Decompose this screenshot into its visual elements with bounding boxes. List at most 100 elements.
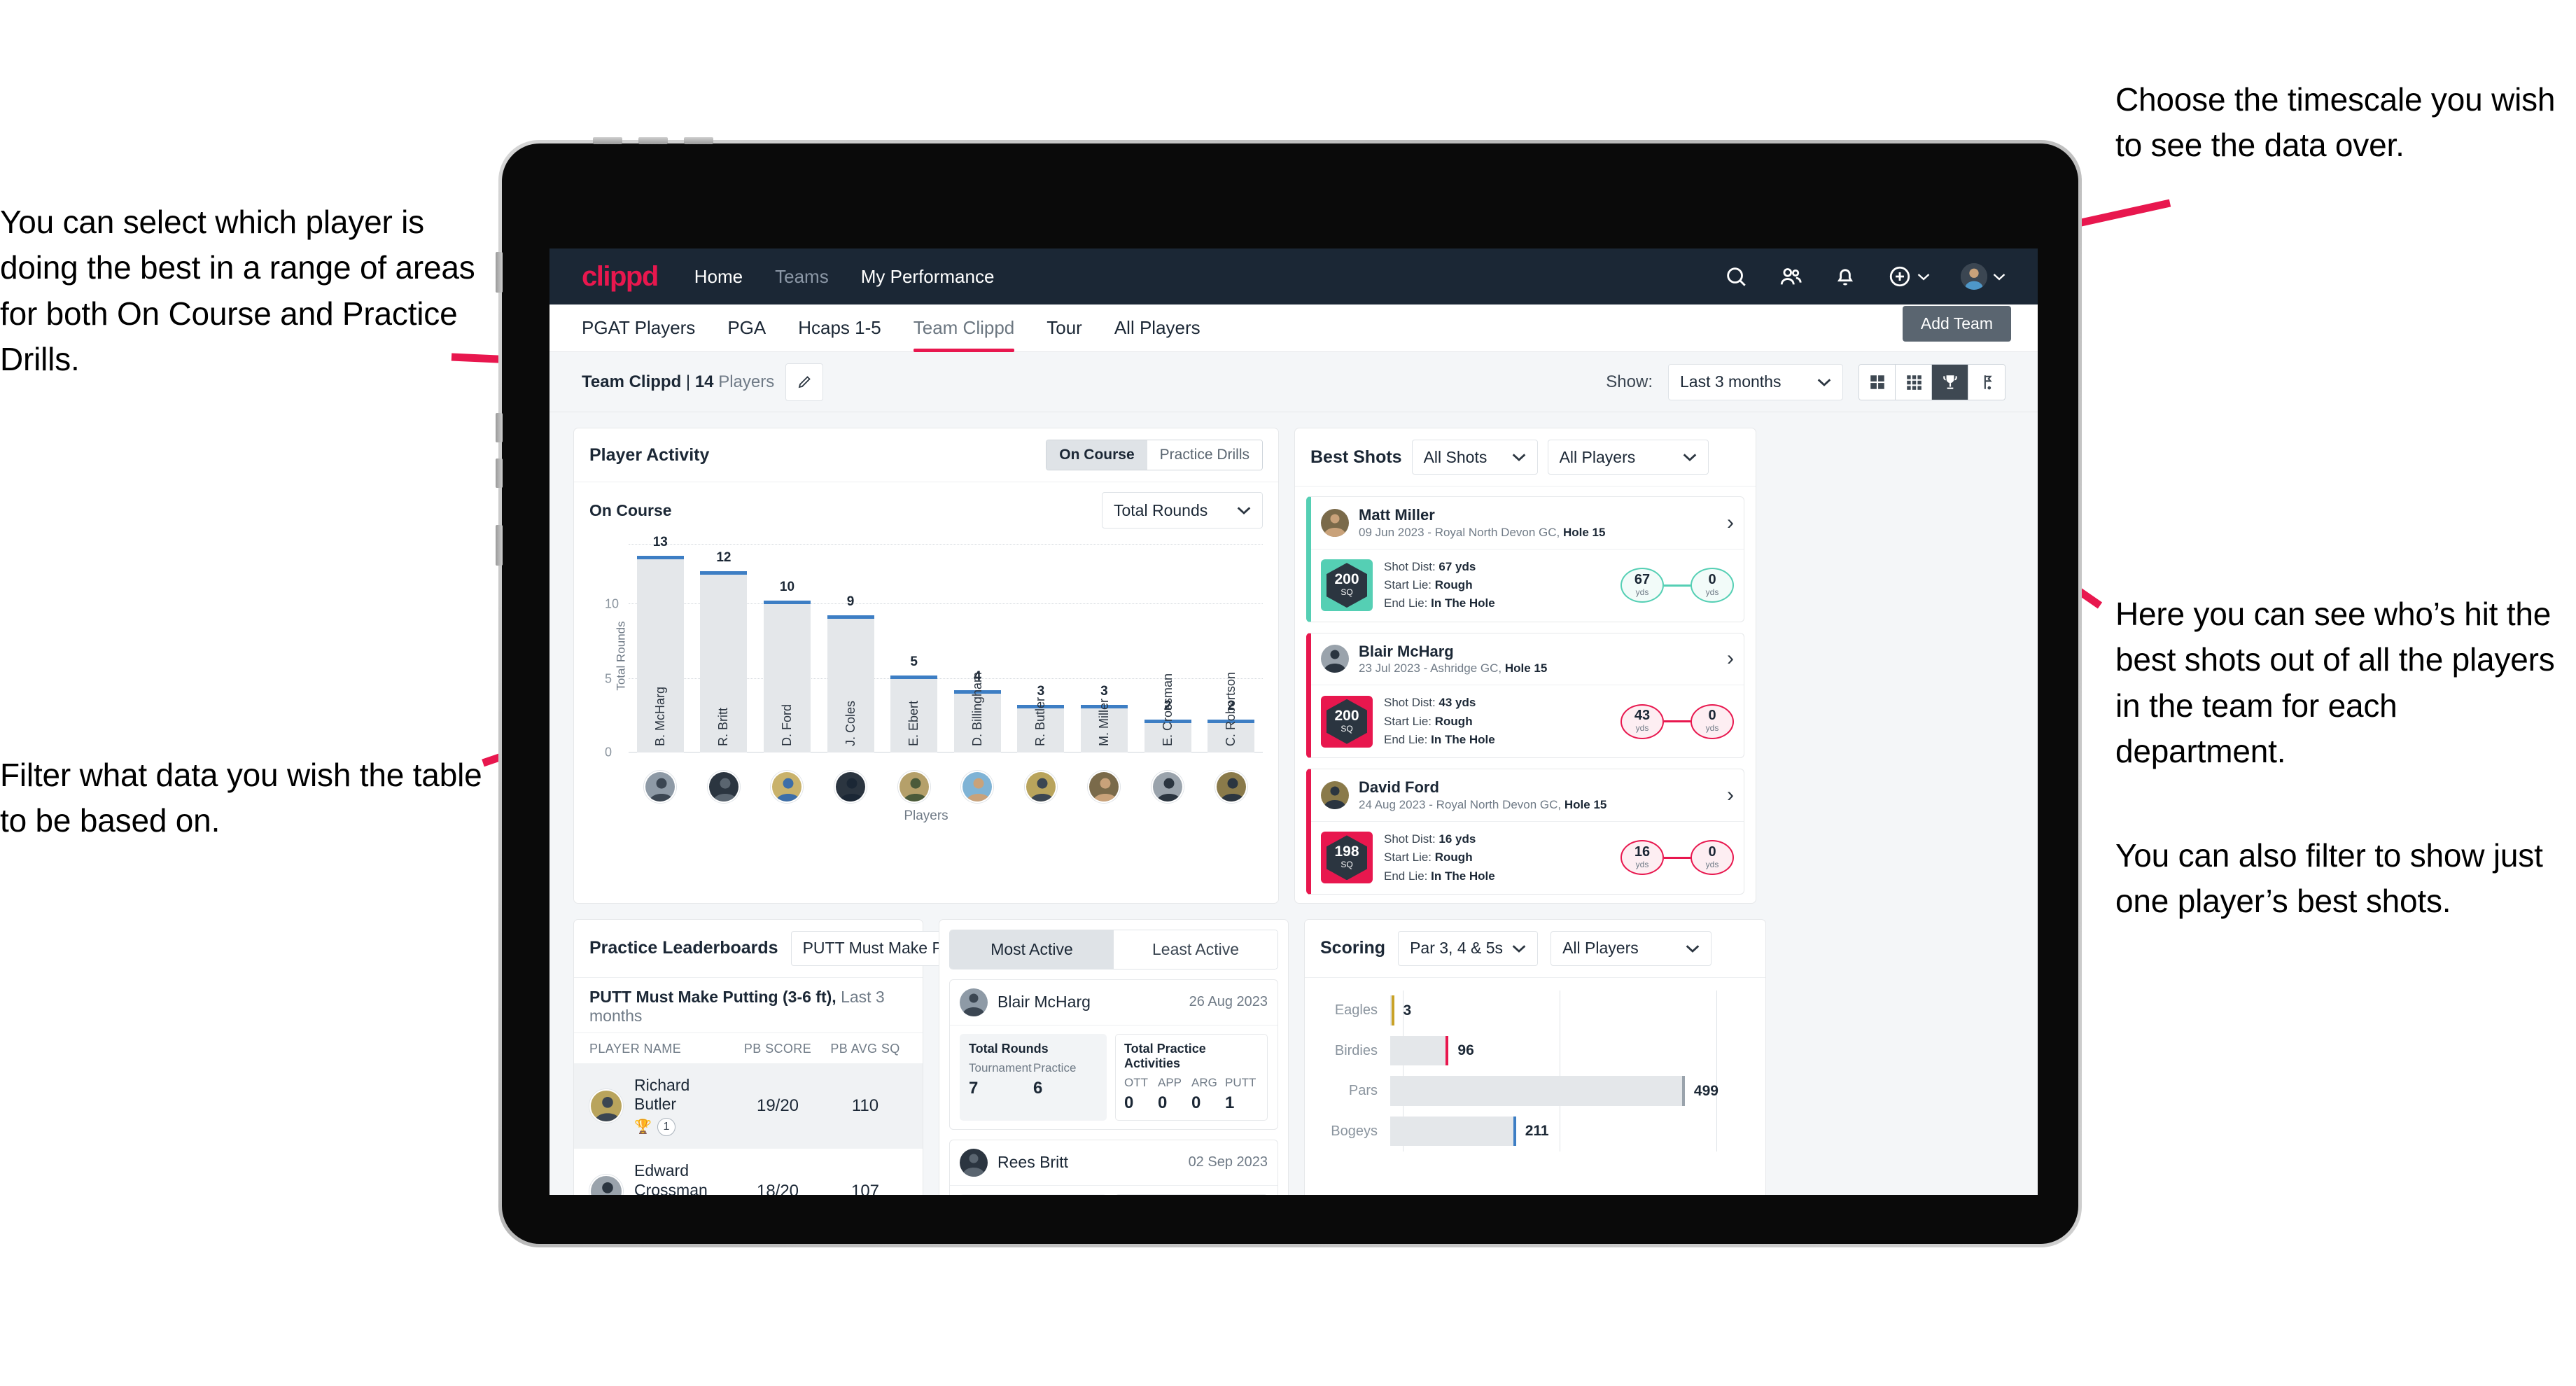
player-avatar[interactable]: [1024, 771, 1057, 803]
shots-filter-value: All Shots: [1423, 447, 1488, 466]
avatar-cell: [629, 771, 692, 803]
chevron-down-icon: [1512, 454, 1525, 461]
player-activity-card: Player Activity On Course Practice Drill…: [573, 428, 1279, 904]
tab-pgat-players[interactable]: PGAT Players: [582, 304, 695, 352]
player-name: Blair McHarg: [1359, 642, 1454, 660]
activity-date: 26 Aug 2023: [1189, 994, 1268, 1010]
scoring-bar[interactable]: [1390, 1076, 1685, 1106]
par-filter-select[interactable]: Par 3, 4 & 5s: [1398, 930, 1539, 966]
scoring-bar[interactable]: [1390, 1035, 1449, 1066]
user-menu[interactable]: [1961, 263, 2005, 290]
player-avatar[interactable]: [1214, 771, 1247, 803]
player-avatar[interactable]: [1088, 771, 1121, 803]
leaderboard-drill-name: PUTT Must Make Putting (3-6 ft),: [589, 987, 836, 1006]
tab-team-clippd[interactable]: Team Clippd: [913, 304, 1014, 352]
best-shots-title: Best Shots: [1310, 447, 1402, 467]
player-avatar[interactable]: [1152, 771, 1184, 803]
activity-item-header: Rees Britt 02 Sep 2023: [950, 1140, 1278, 1186]
scoring-track: 211: [1390, 1116, 1765, 1147]
player-avatar[interactable]: [834, 771, 867, 803]
tab-hcaps-1-5[interactable]: Hcaps 1-5: [798, 304, 881, 352]
segment-on-course[interactable]: On Course: [1046, 440, 1147, 470]
player-avatar: [589, 1088, 623, 1123]
hexagon-icon: 198 SQ: [1326, 835, 1367, 881]
trophy-icon[interactable]: [1932, 364, 1968, 400]
plus-circle-icon[interactable]: [1888, 265, 1912, 288]
shot-distance-diagram: 43 yds 0 yds: [1620, 704, 1734, 739]
shot-quality-badge: 198 SQ: [1321, 832, 1373, 884]
team-separator: |: [681, 372, 695, 391]
metric-value: Total Rounds: [1114, 500, 1208, 519]
player-avatar[interactable]: [961, 771, 994, 803]
search-icon[interactable]: [1724, 265, 1748, 288]
player-avatar[interactable]: [897, 771, 930, 803]
nav-link-my-performance[interactable]: My Performance: [861, 266, 995, 288]
timescale-select[interactable]: Last 3 months: [1668, 363, 1843, 400]
team-subbar: Team Clippd | 14 Players Show: Last 3 mo…: [550, 352, 2038, 412]
chevron-down-icon: [1917, 274, 1930, 281]
scoring-bar[interactable]: [1390, 995, 1394, 1026]
scoring-bar[interactable]: [1390, 1116, 1516, 1147]
column-player-name: PLAYER NAME: [589, 1041, 682, 1056]
chart-plot-area: 10 5 0 13 B. McHarg 12 R. Britt 10 D. Ford 9 J.…: [605, 535, 1263, 760]
nav-link-teams[interactable]: Teams: [775, 266, 829, 288]
scoring-row: Bogeys 211: [1305, 1111, 1765, 1152]
chevron-right-icon[interactable]: ›: [1727, 648, 1734, 669]
chevron-right-icon[interactable]: ›: [1727, 785, 1734, 806]
chevron-down-icon: [1237, 507, 1251, 514]
metric-key: Practice: [1033, 1060, 1077, 1074]
tablet-device-frame: clippd Home Teams My Performance PGAT Pl…: [496, 137, 2082, 1247]
player-avatar[interactable]: [707, 771, 740, 803]
chevron-right-icon[interactable]: ›: [1727, 512, 1734, 533]
best-shot-item[interactable]: David Ford 24 Aug 2023 - Royal North Devo…: [1306, 769, 1744, 895]
scoring-row: Birdies 96: [1305, 1030, 1765, 1071]
edit-team-button[interactable]: [785, 363, 824, 401]
total-practice-block: Total Practice Activities OTT 0 APP 0 ARG 0 PUT…: [1115, 1033, 1268, 1121]
grid-small-icon[interactable]: [1896, 364, 1932, 400]
people-icon[interactable]: [1779, 265, 1802, 288]
scoring-track: 3: [1390, 995, 1765, 1026]
player-name: David Ford: [1359, 778, 1439, 797]
tab-all-players[interactable]: All Players: [1114, 304, 1200, 352]
total-practice-title: Total Practice Activities: [1124, 1041, 1206, 1070]
add-team-button[interactable]: Add Team: [1902, 306, 2011, 342]
avatar[interactable]: [1961, 263, 1987, 290]
scoring-players-select[interactable]: All Players: [1550, 930, 1712, 966]
tab-most-active[interactable]: Most Active: [950, 930, 1114, 969]
best-shot-item[interactable]: Blair McHarg 23 Jul 2023 - Ashridge GC, H…: [1306, 632, 1744, 759]
avatar-cell: [1009, 771, 1073, 803]
metric-value: 7: [969, 1078, 979, 1098]
player-avatar[interactable]: [644, 771, 677, 803]
chart-bar-group: 10 D. Ford: [755, 544, 819, 752]
sq-value: 200: [1334, 571, 1359, 588]
leaderboard-row[interactable]: Richard Butler 🏆 1 19/20 110: [574, 1063, 923, 1149]
activity-item[interactable]: Blair McHarg 26 Aug 2023 Total Rounds Tourn…: [949, 979, 1278, 1130]
tab-pga[interactable]: PGA: [727, 304, 766, 352]
players-filter-select[interactable]: All Players: [1547, 440, 1709, 475]
bar-category-label: D. Ford: [779, 704, 794, 746]
chart-bar-group: 9 J. Coles: [819, 544, 883, 752]
metric-select[interactable]: Total Rounds: [1102, 492, 1263, 528]
device-button-side-1: [496, 252, 503, 293]
segment-practice-drills[interactable]: Practice Drills: [1147, 440, 1262, 470]
leaderboard-row[interactable]: Edward Crossman🏆2 18/20 107: [574, 1149, 923, 1195]
distance-from-bubble: 67 yds: [1620, 568, 1664, 603]
best-shot-body: 198 SQ Shot Dist: 16 yds Start Lie: Rough En…: [1311, 822, 1744, 894]
shots-filter-select[interactable]: All Shots: [1411, 440, 1538, 475]
add-menu[interactable]: [1888, 265, 1930, 288]
scoring-track: 499: [1390, 1076, 1765, 1106]
column-pb-avg-sq: PB AVG SQ: [830, 1041, 900, 1056]
bar-category-label: D. Billingham: [969, 671, 984, 746]
grid-large-icon[interactable]: [1859, 364, 1896, 400]
bell-icon[interactable]: [1833, 265, 1857, 288]
device-button-side-2: [496, 413, 503, 442]
nav-link-home[interactable]: Home: [694, 266, 743, 288]
tab-tour[interactable]: Tour: [1046, 304, 1082, 352]
activity-item[interactable]: Rees Britt 02 Sep 2023 Total RoundsTournam…: [949, 1139, 1278, 1195]
player-avatar[interactable]: [771, 771, 804, 803]
tab-least-active[interactable]: Least Active: [1114, 930, 1278, 969]
flag-icon[interactable]: [1968, 364, 2005, 400]
best-shot-item[interactable]: Matt Miller 09 Jun 2023 - Royal North Dev…: [1306, 496, 1744, 622]
distance-to-bubble: 0 yds: [1690, 568, 1734, 603]
clippd-logo[interactable]: clippd: [582, 261, 659, 293]
